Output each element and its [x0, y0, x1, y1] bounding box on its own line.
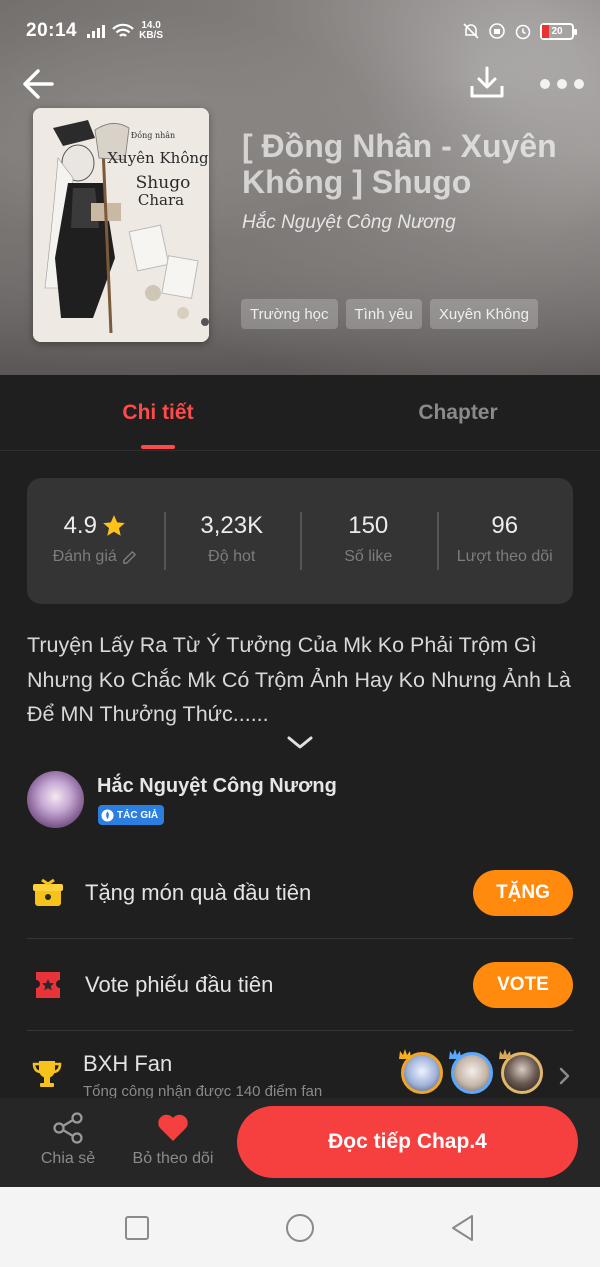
tag-chip[interactable]: Xuyên Không — [429, 299, 538, 329]
back-triangle-icon[interactable] — [448, 1213, 478, 1243]
recent-apps-icon[interactable] — [122, 1213, 152, 1243]
download-icon[interactable] — [467, 62, 507, 102]
gift-icon — [33, 878, 63, 906]
story-title: [ Đồng Nhân - Xuyên Không ] Shugo — [242, 128, 557, 200]
vote-row: Vote phiếu đầu tiên VOTE — [27, 939, 573, 1031]
ticket-icon — [36, 972, 60, 998]
chevron-down-icon[interactable] — [285, 733, 315, 753]
hot-value: 3,23K — [200, 512, 264, 539]
fan-avatar[interactable] — [499, 1049, 543, 1094]
crown-icon — [449, 1049, 461, 1059]
edit-pencil-icon[interactable] — [121, 549, 138, 566]
share-icon — [53, 1112, 83, 1144]
tag-chip[interactable]: Tình yêu — [345, 299, 422, 329]
story-author[interactable]: Hắc Nguyệt Công Nương — [242, 212, 456, 234]
unfollow-button[interactable]: Bỏ theo dõi — [123, 1110, 223, 1168]
continue-reading-button[interactable]: Đọc tiếp Chap.4 — [237, 1106, 578, 1178]
hot-label: Độ hot — [208, 548, 256, 565]
vote-label: Vote phiếu đầu tiên — [85, 972, 274, 997]
followers-value: 96 — [491, 512, 519, 539]
likes-value: 150 — [348, 512, 389, 539]
alarm-icon — [515, 24, 531, 40]
vote-button[interactable]: VOTE — [473, 962, 573, 1008]
droplet-icon — [101, 808, 114, 822]
tab-detail[interactable]: Chi tiết — [60, 375, 256, 451]
heart-icon — [158, 1114, 188, 1141]
stat-followers: 96 Lượt theo dõi — [436, 510, 574, 572]
likes-label: Số like — [344, 548, 393, 565]
speed-unit: KB/S — [139, 30, 164, 41]
followers-label: Lượt theo dõi — [456, 548, 553, 565]
stat-hot: 3,23K Độ hot — [163, 510, 301, 572]
fan-avatar[interactable] — [399, 1049, 443, 1094]
rating-value: 4.9 — [63, 512, 97, 539]
wifi-icon — [112, 23, 134, 37]
top-fans — [399, 1049, 543, 1094]
fan-avatar[interactable] — [449, 1049, 493, 1094]
more-options-icon[interactable] — [540, 70, 584, 98]
author-avatar[interactable] — [27, 771, 84, 828]
back-arrow-icon[interactable] — [18, 62, 62, 106]
network-speed: 14.0 KB/S — [139, 21, 163, 41]
gift-label: Tặng món quà đầu tiên — [85, 880, 312, 905]
rating-label: Đánh giá — [52, 548, 117, 565]
system-nav-bar — [0, 1187, 600, 1267]
trophy-icon — [32, 1061, 62, 1087]
story-cover-image[interactable]: Đồng nhân Xuyên Không Shugo Chara — [33, 108, 209, 342]
star-icon — [103, 515, 125, 536]
svg-text:Xuyên Không: Xuyên Không — [107, 149, 209, 167]
unfollow-label: Bỏ theo dõi — [132, 1150, 214, 1167]
tab-bar: Chi tiết Chapter — [0, 375, 600, 451]
tab-chapter[interactable]: Chapter — [358, 375, 558, 451]
battery-icon: 20 — [540, 22, 577, 40]
fan-ranking-title: BXH Fan — [83, 1051, 173, 1076]
status-time: 20:14 — [26, 20, 78, 41]
tag-chip[interactable]: Trường học — [241, 299, 338, 329]
story-description: Truyện Lấy Ra Từ Ý Tưởng Của Mk Ko Phải … — [27, 633, 571, 726]
signal-icon — [87, 24, 106, 38]
data-saver-icon — [489, 23, 505, 39]
crown-icon — [499, 1049, 511, 1059]
author-badge-label: TÁC GIẢ — [117, 809, 159, 821]
status-bar: 20:14 14.0 KB/S 20 — [0, 0, 600, 62]
mute-bell-icon — [463, 23, 479, 39]
share-label: Chia sẻ — [40, 1150, 96, 1167]
stat-likes: 150 Số like — [300, 510, 437, 572]
gift-row: Tặng món quà đầu tiên TẶNG — [27, 847, 573, 939]
active-tab-indicator — [141, 445, 175, 449]
author-name[interactable]: Hắc Nguyệt Công Nương — [97, 775, 337, 798]
stats-panel: 4.9 Đánh giá 3,23K Độ hot 150 Số like 96… — [27, 478, 573, 604]
stat-rating[interactable]: 4.9 Đánh giá — [27, 510, 164, 572]
svg-text:Shugo: Shugo — [136, 173, 191, 193]
battery-level: 20 — [551, 25, 563, 37]
author-badge: TÁC GIẢ — [98, 805, 165, 825]
divider — [27, 1030, 573, 1031]
share-button[interactable]: Chia sẻ — [18, 1110, 118, 1168]
gift-button[interactable]: TẶNG — [473, 870, 573, 916]
story-header: 20:14 14.0 KB/S 20 Đồng nhân Xuyên Không… — [0, 0, 600, 375]
home-icon[interactable] — [285, 1213, 315, 1243]
crown-icon — [399, 1049, 411, 1059]
chevron-right-icon — [559, 1067, 570, 1085]
bottom-action-bar: Chia sẻ Bỏ theo dõi Đọc tiếp Chap.4 — [0, 1098, 600, 1187]
svg-text:Chara: Chara — [138, 191, 184, 209]
fan-ranking-subtitle: Tổng công nhận được 140 điểm fan — [83, 1083, 323, 1098]
svg-text:Đồng nhân: Đồng nhân — [131, 131, 175, 140]
tag-list: Trường học Tình yêu Xuyên Không — [241, 299, 538, 329]
fan-ranking-row[interactable]: BXH Fan Tổng công nhận được 140 điểm fan — [27, 1040, 573, 1098]
